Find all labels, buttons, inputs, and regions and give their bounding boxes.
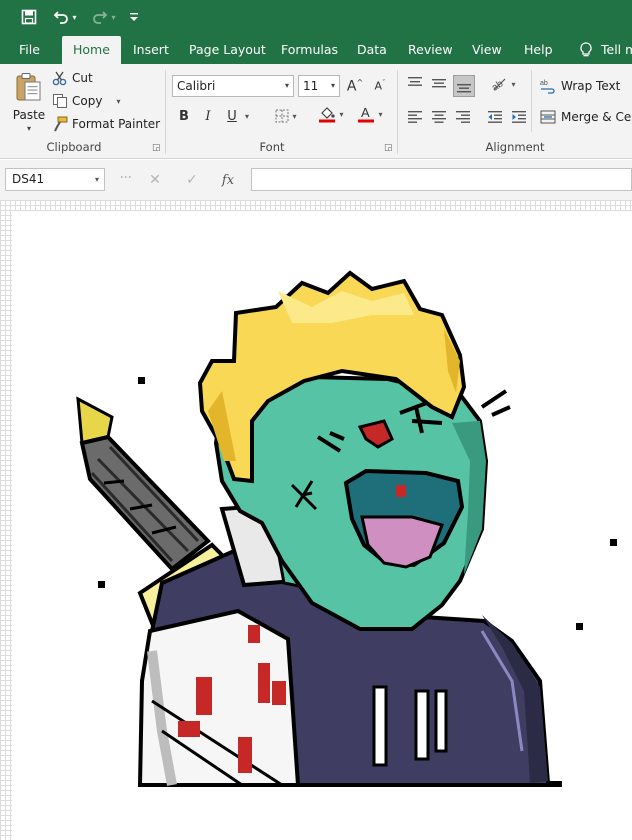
formula-bar-resize-handle[interactable]: ⋮ — [119, 171, 133, 182]
font-group-label: Font — [259, 140, 285, 154]
group-divider — [531, 70, 532, 132]
borders-icon — [275, 109, 289, 123]
align-top-button[interactable] — [405, 73, 425, 93]
increase-indent-icon — [512, 111, 526, 123]
wrap-text-button[interactable]: ab Wrap Text — [540, 75, 620, 97]
alignment-group-label: Alignment — [485, 140, 545, 154]
merge-center-label: Merge & Cen — [561, 110, 632, 124]
tab-data[interactable]: Data — [355, 36, 389, 64]
wrap-text-label: Wrap Text — [561, 79, 621, 93]
formula-bar: DS41 ▾ ⋮ ✕ ✓ fx — [0, 160, 632, 200]
align-bottom-button[interactable] — [453, 75, 475, 97]
worksheet-grid[interactable] — [0, 200, 632, 840]
chevron-down-icon[interactable]: ▾ — [241, 106, 253, 126]
title-bar: ▾ ▾ — [0, 0, 632, 34]
tab-help[interactable]: Help — [522, 36, 555, 64]
tell-me-box[interactable]: Tell m — [577, 36, 632, 64]
insert-function-button[interactable]: fx — [217, 169, 239, 191]
svg-text:A: A — [361, 105, 370, 120]
align-center-icon — [432, 111, 446, 123]
tab-review[interactable]: Review — [406, 36, 455, 64]
font-size-value: 11 — [303, 79, 319, 93]
format-painter-button[interactable]: Format Painter — [52, 114, 160, 134]
align-right-button[interactable] — [453, 106, 473, 126]
paste-label: Paste — [12, 108, 46, 122]
font-size-select[interactable]: 11 ▾ — [298, 75, 340, 97]
decrease-indent-icon — [488, 111, 502, 123]
tab-page-layout[interactable]: Page Layout — [187, 36, 268, 64]
chevron-down-icon[interactable]: ▾ — [116, 97, 120, 106]
merge-center-button[interactable]: Merge & Cen — [540, 106, 632, 128]
wrap-text-icon: ab — [540, 80, 555, 94]
cut-label: Cut — [72, 71, 93, 85]
copy-button[interactable]: Copy ▾ — [52, 91, 120, 111]
format-painter-icon — [52, 116, 68, 132]
format-painter-label: Format Painter — [72, 117, 161, 131]
tell-me-label: Tell m — [601, 42, 632, 57]
copy-label: Copy — [72, 94, 103, 108]
clipboard-group-label: Clipboard — [46, 140, 102, 154]
customize-qat-icon[interactable] — [124, 4, 144, 30]
chevron-down-icon: ▾ — [26, 124, 31, 133]
scissors-icon — [52, 70, 68, 86]
borders-button[interactable]: ▾ — [268, 106, 304, 126]
paint-bucket-icon — [319, 107, 336, 123]
formula-input[interactable] — [251, 168, 632, 191]
paste-button[interactable]: Paste ▾ — [8, 68, 50, 136]
pixel-art-image — [76, 270, 617, 787]
align-top-icon — [408, 77, 422, 86]
cancel-entry-button[interactable]: ✕ — [144, 169, 166, 191]
tab-file[interactable]: File — [17, 36, 42, 64]
tab-home[interactable]: Home — [62, 36, 121, 64]
copy-icon — [52, 93, 68, 109]
orientation-button[interactable]: ab ▾ — [486, 74, 520, 94]
excel-window: ▾ ▾ File Home Insert Page Layout Formula… — [0, 0, 632, 840]
merge-center-icon — [540, 110, 556, 124]
dialog-launcher-icon[interactable]: ◲ — [152, 143, 161, 153]
chevron-down-icon: ▾ — [330, 81, 335, 90]
align-center-button[interactable] — [429, 106, 449, 126]
font-name-select[interactable]: Calibri ▾ — [172, 75, 294, 97]
chevron-down-icon: ▾ — [94, 175, 99, 184]
increase-font-size-button[interactable]: A^ — [344, 76, 366, 96]
increase-indent-button[interactable] — [509, 106, 529, 126]
redo-icon[interactable]: ▾ — [88, 4, 120, 30]
confirm-entry-button[interactable]: ✓ — [181, 169, 203, 191]
tab-view[interactable]: View — [470, 36, 504, 64]
align-left-icon — [408, 111, 422, 123]
font-color-icon: A — [358, 105, 375, 123]
ribbon: Paste ▾ Cut Copy ▾ Format Painter Clipbo… — [0, 64, 632, 159]
bold-button[interactable]: B — [174, 106, 194, 126]
align-bottom-icon — [457, 84, 471, 93]
italic-button[interactable]: I — [198, 106, 218, 126]
chevron-down-icon: ▾ — [284, 81, 289, 90]
align-left-button[interactable] — [405, 106, 425, 126]
fill-color-button[interactable]: ▾ — [313, 104, 349, 124]
paste-icon — [16, 73, 41, 101]
worksheet-cells[interactable] — [12, 211, 632, 840]
align-middle-button[interactable] — [429, 73, 449, 93]
sleeve — [137, 608, 301, 787]
tab-formulas[interactable]: Formulas — [279, 36, 340, 64]
decrease-font-size-button[interactable]: Aˇ — [369, 76, 391, 96]
name-box-value: DS41 — [12, 172, 45, 186]
lightbulb-icon — [580, 42, 592, 57]
decrease-indent-button[interactable] — [485, 106, 505, 126]
font-color-button[interactable]: A ▾ — [352, 104, 388, 124]
tab-insert[interactable]: Insert — [131, 36, 171, 64]
save-icon[interactable] — [16, 4, 42, 30]
align-right-icon — [456, 111, 470, 123]
align-middle-icon — [432, 79, 446, 88]
underline-button[interactable]: U — [222, 106, 242, 126]
svg-text:ab: ab — [540, 80, 548, 87]
name-box[interactable]: DS41 ▾ — [5, 168, 105, 191]
undo-icon[interactable]: ▾ — [48, 4, 82, 30]
dialog-launcher-icon[interactable]: ◲ — [384, 143, 393, 153]
font-name-value: Calibri — [177, 79, 216, 93]
cut-button[interactable]: Cut — [52, 68, 93, 88]
ribbon-tabs: File Home Insert Page Layout Formulas Da… — [0, 34, 632, 64]
font-shrink-icon: Aˇ — [374, 79, 386, 93]
font-grow-icon: A^ — [346, 77, 364, 95]
orientation-icon: ab — [490, 78, 506, 92]
